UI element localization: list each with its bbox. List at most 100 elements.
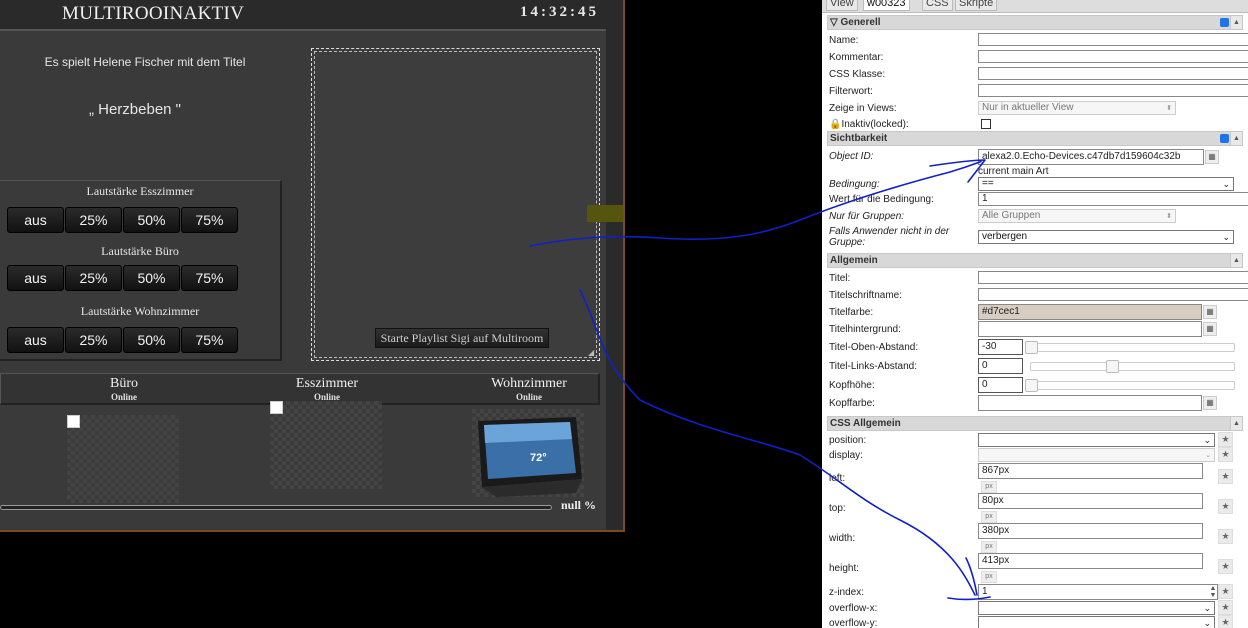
inspector-tabs: View w00323 CSS Skripte bbox=[822, 0, 1248, 13]
titelfarbe-label: Titelfarbe: bbox=[829, 307, 874, 318]
star-icon[interactable]: ★ bbox=[1218, 584, 1233, 599]
wert-label: Wert für die Bedingung: bbox=[829, 194, 934, 205]
unit-label: px bbox=[981, 481, 997, 493]
volume-button-75[interactable]: 75% bbox=[181, 207, 238, 233]
tab-widget[interactable]: w00323 bbox=[863, 0, 910, 11]
titel-input[interactable] bbox=[978, 271, 1248, 284]
falls-value: verbergen bbox=[982, 231, 1028, 242]
kopfhoehe-input[interactable]: 0 bbox=[978, 377, 1023, 393]
object-picker-icon[interactable]: ▦ bbox=[1205, 150, 1219, 164]
titelhintergrund-input[interactable] bbox=[978, 321, 1202, 337]
filter-icon: ▽ bbox=[830, 17, 838, 28]
room-status-wohnzimmer: Online bbox=[515, 392, 542, 402]
position-select[interactable]: ⌄ bbox=[978, 433, 1215, 447]
top-label: top: bbox=[829, 503, 846, 514]
slider-knob[interactable] bbox=[1025, 341, 1038, 354]
zindex-input[interactable]: 1 bbox=[978, 584, 1218, 600]
section-sichtbarkeit[interactable]: Sichtbarkeit ▲ bbox=[827, 131, 1243, 146]
widget-selection-border bbox=[314, 51, 597, 358]
device-screen-temperature: 72° bbox=[530, 452, 547, 464]
tab-view[interactable]: View bbox=[826, 0, 858, 11]
kopffarbe-input[interactable] bbox=[978, 395, 1202, 411]
star-icon[interactable]: ★ bbox=[1218, 447, 1233, 462]
titelfarbe-input[interactable]: #d7cec1 bbox=[978, 304, 1202, 320]
titel-links-input[interactable]: 0 bbox=[978, 358, 1023, 374]
volume-button-25[interactable]: 25% bbox=[65, 265, 122, 291]
star-icon[interactable]: ★ bbox=[1218, 615, 1233, 628]
volume-button-75[interactable]: 75% bbox=[181, 327, 238, 353]
left-input[interactable]: 867px bbox=[978, 463, 1203, 479]
unit-label: px bbox=[981, 571, 997, 583]
height-input[interactable]: 413px bbox=[978, 553, 1203, 569]
resize-handle-icon[interactable]: ◢ bbox=[588, 348, 594, 357]
titel-oben-input[interactable]: -30 bbox=[978, 339, 1023, 355]
volume-panel: Lautstärke Esszimmer aus 25% 50% 75% Lau… bbox=[0, 180, 282, 361]
start-playlist-button[interactable]: Starte Playlist Sigi auf Multiroom bbox=[375, 328, 549, 348]
volume-button-25[interactable]: 25% bbox=[65, 327, 122, 353]
height-label: height: bbox=[829, 563, 860, 574]
inaktiv-checkbox[interactable] bbox=[981, 119, 991, 129]
color-picker-icon[interactable]: ▦ bbox=[1203, 396, 1217, 410]
kopffarbe-label: Kopffarbe: bbox=[829, 398, 875, 409]
position-label: position: bbox=[829, 435, 867, 446]
section-toggle-checkbox[interactable] bbox=[1220, 18, 1229, 27]
display-select[interactable]: ⌄ bbox=[978, 448, 1215, 462]
slider-knob[interactable] bbox=[1106, 360, 1119, 373]
star-icon[interactable]: ★ bbox=[1218, 600, 1233, 615]
star-icon[interactable]: ★ bbox=[1218, 469, 1233, 484]
tab-css[interactable]: CSS bbox=[922, 0, 953, 11]
collapse-icon[interactable]: ▲ bbox=[1230, 132, 1242, 145]
collapse-icon[interactable]: ▲ bbox=[1230, 254, 1242, 267]
collapse-icon[interactable]: ▲ bbox=[1230, 16, 1242, 29]
device-image-buero bbox=[67, 415, 179, 503]
section-generell[interactable]: ▽ Generell ▲ bbox=[827, 15, 1243, 30]
overflow-x-label: overflow-x: bbox=[829, 603, 878, 614]
kopfhoehe-slider[interactable] bbox=[1028, 381, 1235, 390]
section-title: Allgemein bbox=[830, 255, 878, 266]
object-id-input[interactable]: alexa2.0.Echo-Devices.c47db7d159604c32b bbox=[978, 149, 1204, 165]
css-klasse-input[interactable] bbox=[978, 67, 1248, 80]
bedingung-select[interactable]: == ⌄ bbox=[978, 177, 1234, 191]
gruppen-select[interactable]: Alle Gruppen ⬍ bbox=[978, 209, 1176, 223]
color-picker-icon[interactable]: ▦ bbox=[1203, 305, 1217, 319]
volume-button-50[interactable]: 50% bbox=[123, 327, 180, 353]
star-icon[interactable]: ★ bbox=[1218, 559, 1233, 574]
volume-label-esszimmer: Lautstärke Esszimmer bbox=[86, 184, 194, 198]
volume-button-25[interactable]: 25% bbox=[65, 207, 122, 233]
overflow-y-select[interactable]: ⌄ bbox=[978, 616, 1215, 628]
titel-oben-slider[interactable] bbox=[1028, 343, 1235, 352]
volume-button-50[interactable]: 50% bbox=[123, 265, 180, 291]
star-icon[interactable]: ★ bbox=[1218, 432, 1233, 447]
section-allgemein[interactable]: Allgemein ▲ bbox=[827, 253, 1243, 268]
kommentar-input[interactable] bbox=[978, 50, 1248, 63]
wert-input[interactable]: 1 bbox=[978, 192, 1248, 206]
collapse-icon[interactable]: ▲ bbox=[1230, 417, 1242, 430]
overflow-x-select[interactable]: ⌄ bbox=[978, 601, 1215, 615]
section-toggle-checkbox[interactable] bbox=[1220, 134, 1229, 143]
width-input[interactable]: 380px bbox=[978, 523, 1203, 539]
star-icon[interactable]: ★ bbox=[1218, 529, 1233, 544]
tab-scripts[interactable]: Skripte bbox=[955, 0, 998, 11]
titel-links-slider[interactable] bbox=[1030, 362, 1235, 371]
top-input[interactable]: 80px bbox=[978, 493, 1203, 509]
slider-knob[interactable] bbox=[1025, 379, 1038, 392]
name-input[interactable] bbox=[978, 33, 1248, 46]
progress-label: null % bbox=[561, 498, 597, 512]
volume-button-off[interactable]: aus bbox=[7, 207, 64, 233]
zeige-label: Zeige in Views: bbox=[829, 103, 897, 114]
selected-widget-frame[interactable] bbox=[311, 48, 600, 361]
volume-button-off[interactable]: aus bbox=[7, 327, 64, 353]
filterwort-input[interactable] bbox=[978, 84, 1248, 97]
titelschrift-input[interactable] bbox=[978, 288, 1248, 301]
side-handle[interactable] bbox=[587, 205, 623, 222]
color-picker-icon[interactable]: ▦ bbox=[1203, 322, 1217, 336]
section-css-allgemein[interactable]: CSS Allgemein ▲ bbox=[827, 416, 1243, 431]
volume-button-50[interactable]: 50% bbox=[123, 207, 180, 233]
zeige-select[interactable]: Nur in aktueller View ⬍ bbox=[978, 101, 1176, 115]
falls-select[interactable]: verbergen ⌄ bbox=[978, 230, 1234, 244]
volume-progress-bar[interactable] bbox=[0, 505, 552, 510]
star-icon[interactable]: ★ bbox=[1218, 499, 1233, 514]
volume-button-off[interactable]: aus bbox=[7, 265, 64, 291]
display-label: display: bbox=[829, 450, 863, 461]
volume-button-75[interactable]: 75% bbox=[181, 265, 238, 291]
